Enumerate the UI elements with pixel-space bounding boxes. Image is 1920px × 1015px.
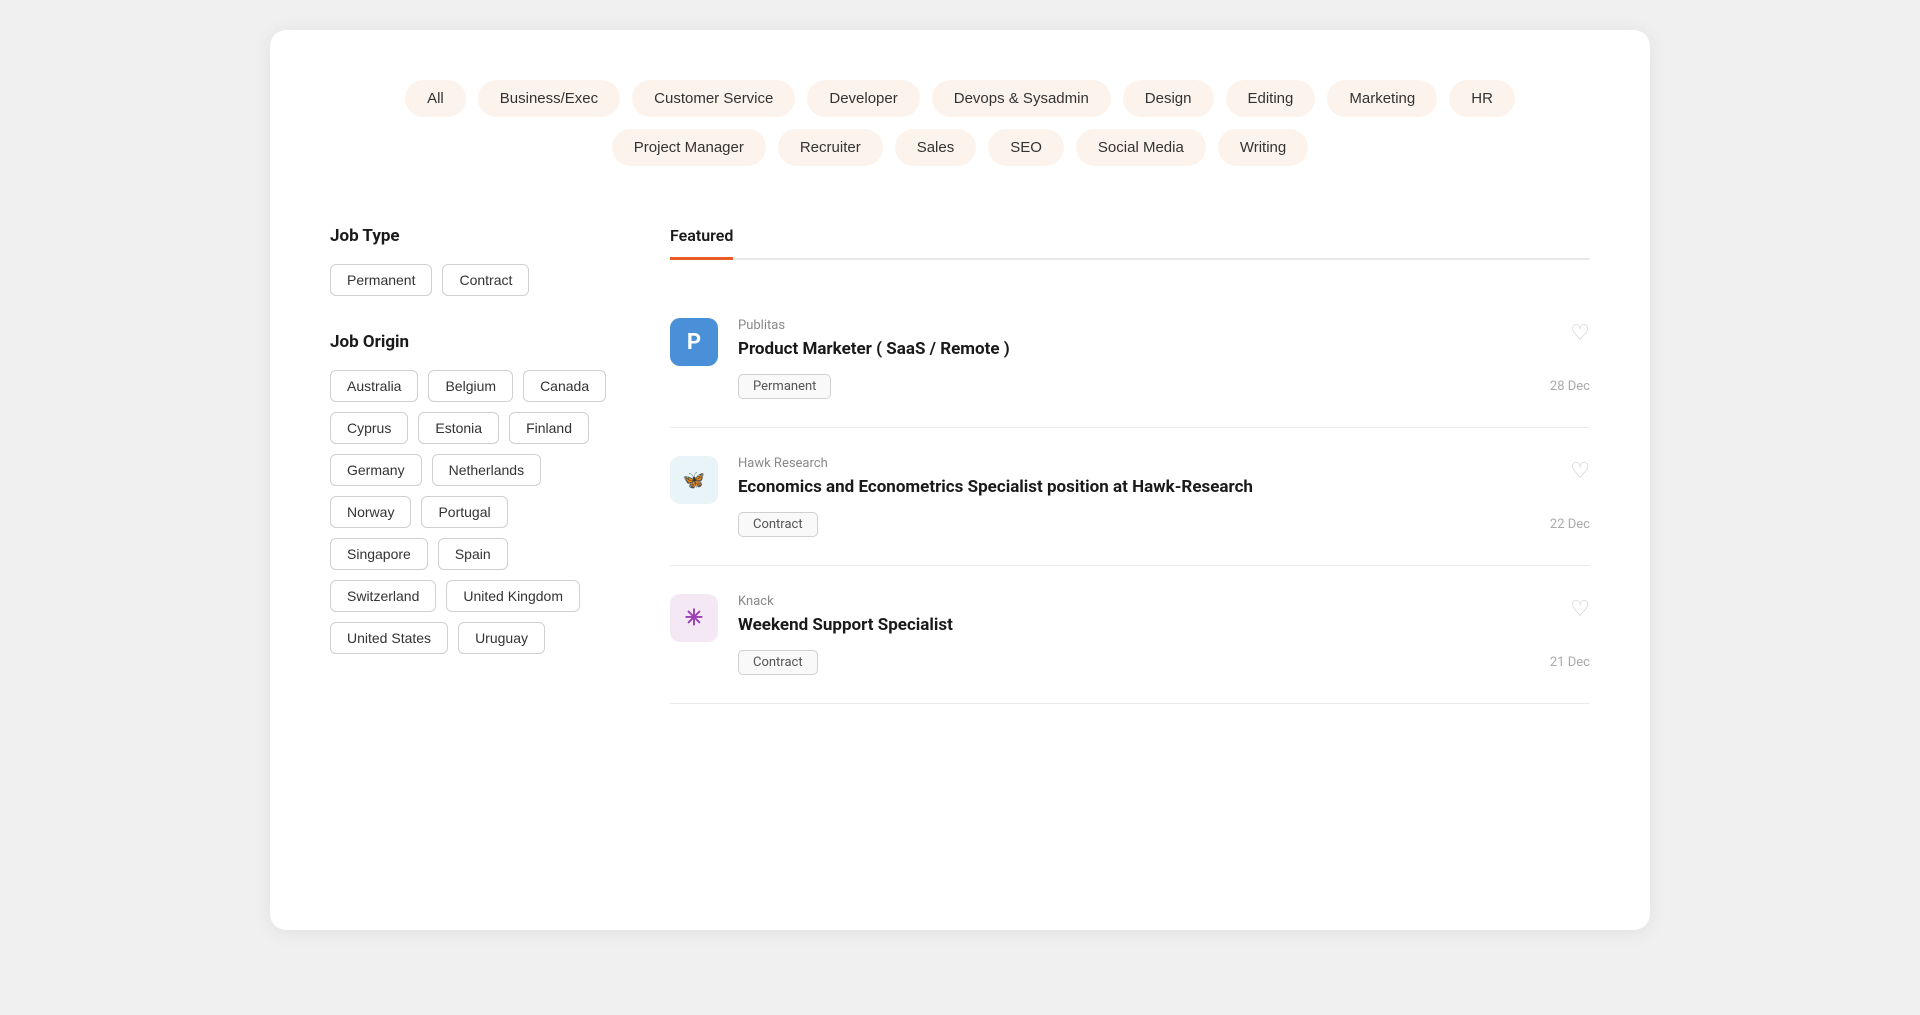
job-company-job-1: Publitas	[738, 318, 1590, 333]
category-tag-design[interactable]: Design	[1123, 80, 1214, 117]
job-heart-job-2[interactable]: ♡	[1570, 458, 1590, 484]
job-origin-filter-singapore[interactable]: Singapore	[330, 538, 428, 570]
sidebar: Job Type Permanent Contract Job Origin Au…	[330, 226, 610, 704]
category-tag-recruiter[interactable]: Recruiter	[778, 129, 883, 166]
category-tag-marketing[interactable]: Marketing	[1327, 80, 1437, 117]
job-title-job-2: Economics and Econometrics Specialist po…	[738, 476, 1590, 498]
job-origin-filter-canada[interactable]: Canada	[523, 370, 606, 402]
job-type-title: Job Type	[330, 226, 610, 246]
job-type-filters: Permanent Contract	[330, 264, 610, 296]
job-origin-title: Job Origin	[330, 332, 610, 352]
category-tag-customer-service[interactable]: Customer Service	[632, 80, 795, 117]
category-tag-sales[interactable]: Sales	[895, 129, 977, 166]
category-tags-row: All Business/Exec Customer Service Develope…	[330, 80, 1590, 166]
category-tag-editing[interactable]: Editing	[1226, 80, 1316, 117]
category-tag-developer[interactable]: Developer	[807, 80, 919, 117]
job-logo-job-3: ✳	[670, 594, 718, 642]
job-type-badge-job-3: Contract	[738, 650, 818, 675]
job-origin-filter-cyprus[interactable]: Cyprus	[330, 412, 408, 444]
category-tag-seo[interactable]: SEO	[988, 129, 1064, 166]
job-meta-job-3: Contract 21 Dec	[738, 650, 1590, 675]
job-card-job-3: ✳ Knack Weekend Support Specialist Contr…	[670, 566, 1590, 704]
job-origin-filter-portugal[interactable]: Portugal	[421, 496, 507, 528]
job-type-badge-job-2: Contract	[738, 512, 818, 537]
job-type-filter-contract[interactable]: Contract	[442, 264, 529, 296]
main-card: All Business/Exec Customer Service Develope…	[270, 30, 1650, 930]
tabs-row: Featured	[670, 226, 1590, 260]
job-origin-filter-norway[interactable]: Norway	[330, 496, 411, 528]
content-layout: Job Type Permanent Contract Job Origin Au…	[330, 226, 1590, 704]
job-origin-filter-uruguay[interactable]: Uruguay	[458, 622, 545, 654]
category-tag-all[interactable]: All	[405, 80, 466, 117]
featured-tab[interactable]: Featured	[670, 226, 733, 260]
job-date-job-1: 28 Dec	[1550, 379, 1590, 394]
job-origin-filter-netherlands[interactable]: Netherlands	[432, 454, 542, 486]
job-origin-filter-united-states[interactable]: United States	[330, 622, 448, 654]
category-tag-hr[interactable]: HR	[1449, 80, 1515, 117]
job-type-filter-permanent[interactable]: Permanent	[330, 264, 432, 296]
job-date-job-3: 21 Dec	[1550, 655, 1590, 670]
job-title-job-3: Weekend Support Specialist	[738, 614, 1590, 636]
job-info-job-2: Hawk Research Economics and Econometrics…	[738, 456, 1590, 537]
job-origin-filter-estonia[interactable]: Estonia	[418, 412, 499, 444]
job-date-job-2: 22 Dec	[1550, 517, 1590, 532]
job-info-job-3: Knack Weekend Support Specialist Contrac…	[738, 594, 1590, 675]
jobs-list: P Publitas Product Marketer ( SaaS / Rem…	[670, 290, 1590, 704]
category-tag-project-manager[interactable]: Project Manager	[612, 129, 766, 166]
job-info-job-1: Publitas Product Marketer ( SaaS / Remot…	[738, 318, 1590, 399]
job-origin-filter-australia[interactable]: Australia	[330, 370, 418, 402]
job-origin-filter-finland[interactable]: Finland	[509, 412, 589, 444]
job-type-badge-job-1: Permanent	[738, 374, 831, 399]
job-origin-filter-switzerland[interactable]: Switzerland	[330, 580, 436, 612]
category-tag-business-exec[interactable]: Business/Exec	[478, 80, 620, 117]
job-logo-job-1: P	[670, 318, 718, 366]
job-origin-filter-spain[interactable]: Spain	[438, 538, 508, 570]
job-origin-filter-united-kingdom[interactable]: United Kingdom	[446, 580, 580, 612]
job-meta-job-1: Permanent 28 Dec	[738, 374, 1590, 399]
job-heart-job-1[interactable]: ♡	[1570, 320, 1590, 346]
job-title-job-1: Product Marketer ( SaaS / Remote )	[738, 338, 1590, 360]
job-listings: Featured P Publitas Product Marketer ( S…	[670, 226, 1590, 704]
job-origin-filters: Australia Belgium Canada Cyprus Estonia Finla…	[330, 370, 610, 654]
job-card-job-2: 🦋 Hawk Research Economics and Econometri…	[670, 428, 1590, 566]
job-origin-filter-belgium[interactable]: Belgium	[428, 370, 513, 402]
category-tag-writing[interactable]: Writing	[1218, 129, 1308, 166]
job-origin-filter-germany[interactable]: Germany	[330, 454, 422, 486]
job-card-job-1: P Publitas Product Marketer ( SaaS / Rem…	[670, 290, 1590, 428]
job-company-job-3: Knack	[738, 594, 1590, 609]
category-tag-devops-sysadmin[interactable]: Devops & Sysadmin	[932, 80, 1111, 117]
job-heart-job-3[interactable]: ♡	[1570, 596, 1590, 622]
job-logo-job-2: 🦋	[670, 456, 718, 504]
category-tag-social-media[interactable]: Social Media	[1076, 129, 1206, 166]
job-meta-job-2: Contract 22 Dec	[738, 512, 1590, 537]
job-company-job-2: Hawk Research	[738, 456, 1590, 471]
